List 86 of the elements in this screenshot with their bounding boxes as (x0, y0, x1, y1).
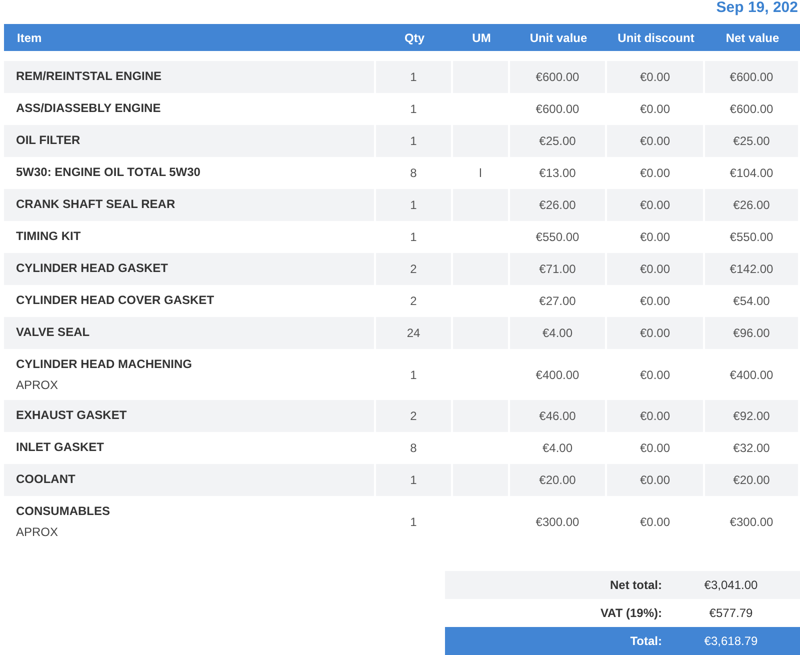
table-cell: €0.00 (640, 166, 670, 180)
table-cell: 8 (410, 441, 417, 455)
table-cell: €54.00 (733, 294, 770, 308)
item-name: COOLANT (16, 472, 76, 486)
table-cell: €92.00 (733, 409, 770, 423)
table-cell: €20.00 (733, 473, 770, 487)
table-cell: €13.00 (539, 166, 576, 180)
table-cell: 1 (410, 198, 417, 212)
column-header: Unit discount (616, 30, 696, 44)
table-cell: 1 (410, 102, 417, 116)
table-cell: €0.00 (640, 473, 670, 487)
table-cell: €0.00 (640, 134, 670, 148)
table-cell: €26.00 (733, 198, 770, 212)
table-cell: €300.00 (536, 514, 580, 528)
table-cell: 1 (410, 368, 417, 382)
table-cell: €27.00 (539, 294, 576, 308)
table-cell: €0.00 (640, 514, 670, 528)
table-cell: €0.00 (640, 326, 670, 340)
column-header: Qty (403, 30, 426, 44)
item-name: CONSUMABLES (16, 504, 112, 518)
table-cell: 1 (410, 514, 417, 528)
table-cell: €46.00 (539, 409, 576, 423)
table-cell: €0.00 (640, 102, 670, 116)
item-name: INLET GASKET (16, 440, 106, 454)
table-cell: €4.00 (542, 441, 573, 455)
table-cell: 2 (410, 409, 417, 423)
table-cell: 24 (406, 326, 420, 340)
total-label: Net total: (609, 578, 662, 592)
table-cell: €400.00 (730, 368, 774, 382)
table-cell: 2 (410, 294, 417, 308)
item-name: CYLINDER HEAD GASKET (16, 261, 170, 275)
table-cell: €550.00 (536, 230, 580, 244)
table-cell: €104.00 (730, 166, 774, 180)
total-value: €3,041.00 (703, 578, 759, 592)
item-name: OIL FILTER (16, 133, 82, 147)
table-cell: 2 (410, 262, 417, 276)
table-cell: €0.00 (640, 230, 670, 244)
table-cell: €400.00 (536, 368, 580, 382)
table-cell: €71.00 (539, 262, 576, 276)
total-value: €577.79 (708, 606, 754, 620)
table-cell: 1 (410, 473, 417, 487)
column-header: Unit value (528, 30, 588, 44)
table-cell: €0.00 (640, 198, 670, 212)
item-name: EXHAUST GASKET (16, 408, 128, 422)
table-cell: €600.00 (730, 102, 774, 116)
table-cell: €4.00 (542, 326, 573, 340)
table-cell: €25.00 (733, 134, 770, 148)
total-label: VAT (19%): (599, 606, 662, 620)
table-cell: €96.00 (733, 326, 770, 340)
invoice-date: Sep 19, 202 (716, 0, 798, 16)
table-cell: €550.00 (730, 230, 774, 244)
table-cell: €600.00 (536, 70, 580, 84)
item-name: CRANK SHAFT SEAL REAR (16, 197, 176, 211)
table-cell: €142.00 (730, 262, 774, 276)
column-header: UM (471, 30, 492, 44)
column-header: Net value (724, 30, 780, 44)
item-note: APROX (16, 525, 60, 539)
table-cell: €26.00 (539, 198, 576, 212)
item-name: 5W30: ENGINE OIL TOTAL 5W30 (16, 165, 202, 179)
table-cell: €600.00 (536, 102, 580, 116)
table-cell: 1 (410, 70, 417, 84)
table-cell: €0.00 (640, 409, 670, 423)
total-value: €3,618.79 (703, 634, 759, 648)
table-cell: l (479, 166, 482, 180)
item-note: APROX (16, 378, 60, 392)
table-cell: 1 (410, 134, 417, 148)
column-header: Item (16, 30, 43, 44)
table-cell: 1 (410, 230, 417, 244)
table-cell: €20.00 (539, 473, 576, 487)
table-cell: €0.00 (640, 262, 670, 276)
table-cell: €0.00 (640, 368, 670, 382)
item-name: CYLINDER HEAD COVER GASKET (16, 293, 216, 307)
item-name: REM/REINTSTAL ENGINE (16, 69, 163, 83)
table-cell: €25.00 (539, 134, 576, 148)
item-name: ASS/DIASSEBLY ENGINE (16, 101, 162, 115)
table-cell: €600.00 (730, 70, 774, 84)
item-name: TIMING KIT (16, 229, 82, 243)
table-cell: €0.00 (640, 294, 670, 308)
total-label: Total: (629, 634, 662, 648)
table-cell: €0.00 (640, 441, 670, 455)
table-cell: €32.00 (733, 441, 770, 455)
table-cell: €0.00 (640, 70, 670, 84)
item-name: CYLINDER HEAD MACHENING (16, 357, 194, 371)
table-cell: €300.00 (730, 514, 774, 528)
table-cell: 8 (410, 166, 417, 180)
item-name: VALVE SEAL (16, 325, 91, 339)
